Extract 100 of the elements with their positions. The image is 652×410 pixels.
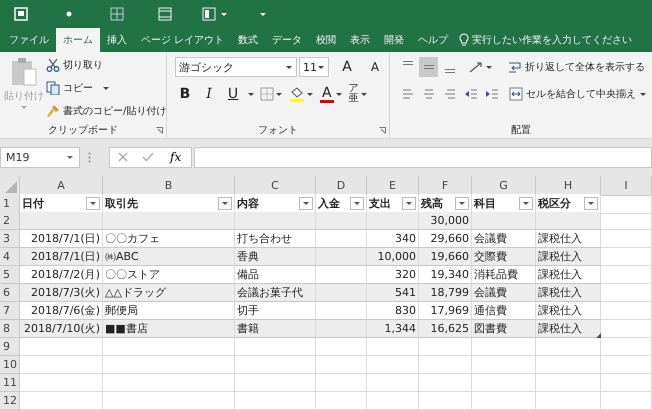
caret-icon[interactable] [260, 12, 266, 16]
ribbon-tab[interactable]: 数式 [231, 28, 266, 52]
row-header[interactable]: 9 [0, 338, 20, 356]
font-name-box[interactable]: 游ゴシック [175, 57, 297, 77]
empty-cell [472, 392, 536, 410]
ribbon-tab[interactable]: 開発 [377, 28, 412, 52]
filter-button[interactable] [299, 196, 313, 210]
table-cell: 2018/7/1(日) [20, 248, 103, 266]
header-cell: 残高 [421, 196, 443, 210]
font-size-box[interactable]: 11 [299, 57, 329, 77]
table-cell: 10,000 [367, 248, 419, 266]
empty-cell [316, 338, 367, 356]
empty-cell [601, 392, 652, 410]
ribbon-tab[interactable]: データ [265, 28, 310, 52]
column-header[interactable]: I [601, 176, 652, 196]
column-header[interactable]: H [536, 176, 601, 196]
format-painter-button[interactable]: 書式のコピー/貼り付け [44, 101, 168, 121]
dot-icon[interactable] [66, 11, 72, 17]
filter-button[interactable] [519, 196, 533, 210]
formula-input[interactable] [194, 146, 652, 168]
empty-cell [601, 230, 652, 248]
insert-function-button[interactable]: fx [168, 146, 184, 168]
group-label: 配置 [511, 124, 531, 138]
row-header[interactable]: 4 [0, 248, 20, 266]
filter-button[interactable] [584, 196, 598, 210]
row-header[interactable]: 6 [0, 284, 20, 302]
launcher-icon[interactable] [156, 127, 163, 134]
caret-icon [306, 92, 314, 96]
empty-cell [419, 356, 472, 374]
font-color-button[interactable]: A [319, 84, 344, 104]
resize-handle-icon[interactable] [596, 333, 601, 338]
row-header[interactable]: 11 [0, 374, 20, 392]
column-header[interactable]: B [103, 176, 235, 196]
align-lines-icon [424, 65, 434, 69]
copy-button[interactable]: コピー [44, 78, 168, 98]
empty-cell [419, 374, 472, 392]
filter-button[interactable] [86, 196, 100, 210]
vertical-align-button[interactable] [419, 57, 438, 77]
empty-cell [316, 392, 367, 410]
empty-cell [472, 374, 536, 392]
align-lines-icon [400, 87, 414, 101]
filter-button[interactable] [350, 196, 364, 210]
header-cell: 支出 [369, 196, 391, 210]
filter-button[interactable] [218, 196, 232, 210]
columns-icon[interactable] [202, 7, 216, 21]
lightbulb-icon [459, 33, 470, 47]
merge-center-button[interactable]: セルを結合して中央揃え [507, 84, 649, 104]
ribbon-tab[interactable]: ヘルプ [411, 28, 456, 52]
filter-button[interactable] [402, 196, 416, 210]
empty-cell [472, 338, 536, 356]
row-header[interactable]: 12 [0, 392, 20, 410]
table-cell: 香典 [235, 248, 316, 266]
row-header[interactable]: 5 [0, 266, 20, 284]
checkmark-icon[interactable] [142, 152, 154, 162]
filter-button[interactable] [455, 196, 469, 210]
ribbon-tab[interactable]: 挿入 [100, 28, 134, 52]
save-icon[interactable] [14, 7, 28, 21]
column-header[interactable]: E [367, 176, 419, 196]
header-cell: 科目 [474, 196, 496, 210]
row-header[interactable]: 7 [0, 302, 20, 320]
row-header[interactable]: 2 [0, 212, 20, 230]
clipboard-icon [10, 57, 38, 87]
table-cell: 19,660 [419, 248, 472, 266]
name-box[interactable]: M19 [0, 146, 80, 168]
underline-button[interactable]: U [223, 84, 243, 104]
empty-cell [367, 392, 419, 410]
ribbon-tab[interactable]: 校閲 [309, 28, 344, 52]
table-cell: 1,344 [367, 320, 419, 338]
shrink-font-button[interactable]: A [365, 57, 385, 77]
header-cell: 日付 [22, 196, 44, 210]
column-header[interactable]: A [20, 176, 103, 196]
paint-bucket-icon [289, 86, 305, 102]
launcher-icon[interactable] [379, 127, 386, 134]
grow-font-button[interactable]: A [337, 57, 357, 77]
ribbon-tab[interactable]: ページ レイアウト [134, 28, 232, 52]
table-icon[interactable] [158, 7, 172, 21]
row-header[interactable]: 1 [0, 194, 20, 214]
row-header[interactable]: 3 [0, 230, 20, 248]
bold-button[interactable]: B [175, 84, 195, 104]
empty-cell [419, 392, 472, 410]
empty-cell [536, 338, 601, 356]
tell-me-text[interactable]: 実行したい作業を入力してください [472, 33, 632, 47]
column-header[interactable]: D [316, 176, 367, 196]
column-header[interactable]: C [235, 176, 316, 196]
empty-cell [601, 374, 652, 392]
column-header[interactable]: G [472, 176, 536, 196]
ribbon-tab[interactable]: ファイル [2, 28, 56, 52]
ribbon-tab[interactable]: 表示 [343, 28, 378, 52]
grid-icon[interactable] [110, 7, 124, 21]
wrap-text-button[interactable]: 折り返して全体を表示する [506, 57, 647, 77]
table-cell: 2018/7/10(火) [20, 320, 103, 338]
column-header[interactable]: F [419, 176, 472, 196]
cut-button[interactable]: 切り取り [44, 55, 168, 75]
row-header[interactable]: 8 [0, 320, 20, 338]
table-cell: 交際費 [472, 248, 536, 266]
phonetic-button[interactable]: ア 亜 [348, 84, 369, 104]
ribbon-tab[interactable]: ホーム [56, 28, 100, 52]
row-header[interactable]: 10 [0, 356, 20, 374]
caret-icon [360, 92, 368, 96]
italic-button[interactable]: I [199, 84, 219, 104]
